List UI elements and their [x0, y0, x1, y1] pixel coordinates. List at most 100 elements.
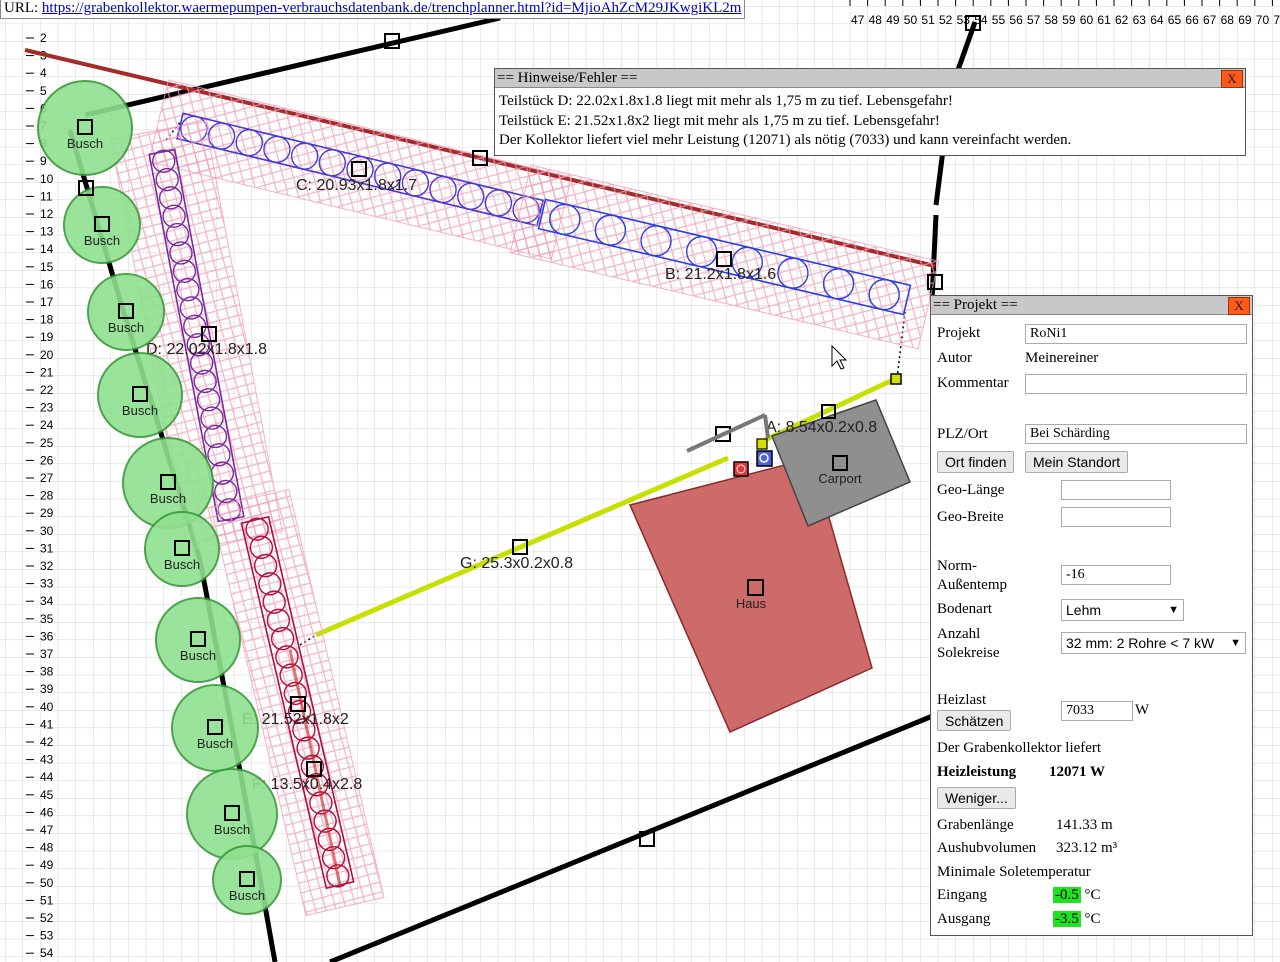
ruler-number: 64: [1150, 13, 1164, 27]
bodenart-select[interactable]: Lehm ▼: [1061, 599, 1184, 621]
bush[interactable]: Busch: [212, 845, 282, 915]
bush-label: Busch: [150, 491, 186, 506]
ruler-number: 44: [40, 770, 54, 784]
grabenlaenge-label: Grabenlänge: [937, 817, 1014, 833]
bush[interactable]: Busch: [171, 684, 259, 772]
geo-laenge-input[interactable]: [1061, 480, 1171, 500]
ruler-number: 26: [40, 453, 54, 467]
solekreise-value: 32 mm: 2 Rohre < 7 kW: [1066, 635, 1215, 651]
ruler-number: 22: [40, 383, 54, 397]
kreise-label-1: Anzahl: [937, 626, 981, 642]
ruler-number: 61: [1097, 13, 1111, 27]
ruler-number: 28: [40, 489, 54, 503]
ruler-number: 69: [1238, 13, 1252, 27]
ruler-number: 50: [904, 13, 918, 27]
bush[interactable]: Busch: [186, 768, 278, 860]
ruler-number: 45: [40, 788, 54, 802]
bush-label: Busch: [108, 320, 144, 335]
ruler-number: 21: [40, 365, 54, 379]
bush[interactable]: Busch: [97, 352, 183, 438]
ruler-number: 4: [40, 66, 47, 80]
pipe-end-marker[interactable]: [890, 373, 902, 385]
ruler-number: 29: [40, 506, 54, 520]
ruler-number: 12: [40, 207, 54, 221]
bush-label: Busch: [84, 233, 120, 248]
ruler-number: 46: [40, 805, 54, 819]
aushub-value: 323.12 m³: [1056, 840, 1118, 856]
mein-standort-button[interactable]: Mein Standort: [1025, 451, 1129, 473]
ruler-number: 49: [40, 858, 54, 872]
ruler-number: 27: [40, 471, 54, 485]
ruler-number: 25: [40, 436, 54, 450]
ausgang-unit: °C: [1084, 911, 1101, 927]
ruler-number: 18: [40, 313, 54, 327]
ruler-number: 59: [1062, 13, 1076, 27]
plz-input[interactable]: [1025, 424, 1247, 444]
ruler-number: 67: [1203, 13, 1217, 27]
ruler-number: 32: [40, 559, 54, 573]
bush-label: Busch: [122, 403, 158, 418]
bush[interactable]: Busch: [37, 80, 133, 176]
heizleistung-label: Heizleistung: [937, 764, 1017, 780]
ruler-number: 20: [40, 348, 54, 362]
hint-line-1: Teilstück D: 22.02x1.8x1.8 liegt mit meh…: [499, 93, 953, 109]
eingang-value: -0.5: [1053, 887, 1081, 903]
trench-label-a: A: 8.54x0.2x0.8: [766, 419, 877, 436]
ruler-number: 2: [40, 31, 47, 45]
projekt-input[interactable]: [1025, 324, 1247, 344]
geo-laenge-label: Geo-Länge: [937, 482, 1005, 498]
solekreise-select[interactable]: 32 mm: 2 Rohre < 7 kW ▼: [1061, 632, 1246, 654]
ruler-number: 43: [40, 753, 54, 767]
bush-label: Busch: [180, 648, 216, 663]
ruler-number: 62: [1115, 13, 1129, 27]
trench-label-g: G: 25.3x0.2x0.8: [460, 555, 573, 572]
kommentar-input[interactable]: [1025, 374, 1247, 394]
norm-label-1: Norm-: [937, 558, 977, 574]
bush-circle: [97, 352, 183, 438]
trench-label-b: B: 21.2x1.8x1.6: [665, 266, 776, 283]
ruler-number: 54: [40, 946, 54, 960]
schaetzen-button[interactable]: Schätzen: [937, 710, 1012, 731]
ruler-number: 65: [1168, 13, 1182, 27]
eingang-label: Eingang: [937, 887, 987, 903]
project-close-button[interactable]: X: [1228, 297, 1250, 315]
bush[interactable]: Busch: [87, 273, 165, 351]
blue-marker[interactable]: [756, 450, 773, 467]
bush-circle: [63, 186, 141, 264]
carport-label: Carport: [818, 471, 862, 486]
weniger-button[interactable]: Weniger...: [937, 787, 1016, 809]
ort-finden-button[interactable]: Ort finden: [937, 451, 1015, 473]
geo-breite-input[interactable]: [1061, 507, 1171, 527]
pipe-start-marker[interactable]: [756, 438, 768, 450]
bush[interactable]: Busch: [63, 186, 141, 264]
ruler-number: 31: [40, 541, 54, 555]
trench-label-c: C: 20.93x1.8x1.7: [296, 177, 417, 194]
red-marker[interactable]: [733, 461, 749, 477]
ruler-number: 51: [921, 13, 935, 27]
ruler-number: 15: [40, 260, 54, 274]
ausgang-label: Ausgang: [937, 911, 991, 927]
bush-label: Busch: [164, 557, 200, 572]
liefert-text: Der Grabenkollektor liefert: [937, 740, 1102, 756]
kreise-label-2: Solekreise: [937, 645, 1000, 661]
ruler-number: 71: [1273, 13, 1280, 27]
ruler-number: 48: [40, 841, 54, 855]
bush-label: Busch: [229, 888, 265, 903]
bush-circle: [171, 684, 259, 772]
ruler-number: 42: [40, 735, 54, 749]
min-sole-label: Minimale Soletemperatur: [937, 864, 1091, 880]
bush[interactable]: Busch: [155, 597, 241, 683]
ruler-number: 40: [40, 700, 54, 714]
ruler-number: 68: [1221, 13, 1235, 27]
url-link[interactable]: https://grabenkollektor.waermepumpen-ver…: [42, 0, 742, 16]
norm-temp-input[interactable]: [1061, 565, 1171, 585]
bush[interactable]: Busch: [144, 511, 220, 587]
ausgang-value: -3.5: [1053, 911, 1081, 927]
autor-label: Autor: [937, 350, 972, 366]
heizlast-input[interactable]: [1061, 701, 1133, 721]
hints-close-button[interactable]: X: [1221, 70, 1243, 88]
project-header: == Projekt == X: [931, 296, 1252, 315]
bush-circle: [186, 768, 278, 860]
bush-circle: [155, 597, 241, 683]
kommentar-label: Kommentar: [937, 375, 1009, 391]
